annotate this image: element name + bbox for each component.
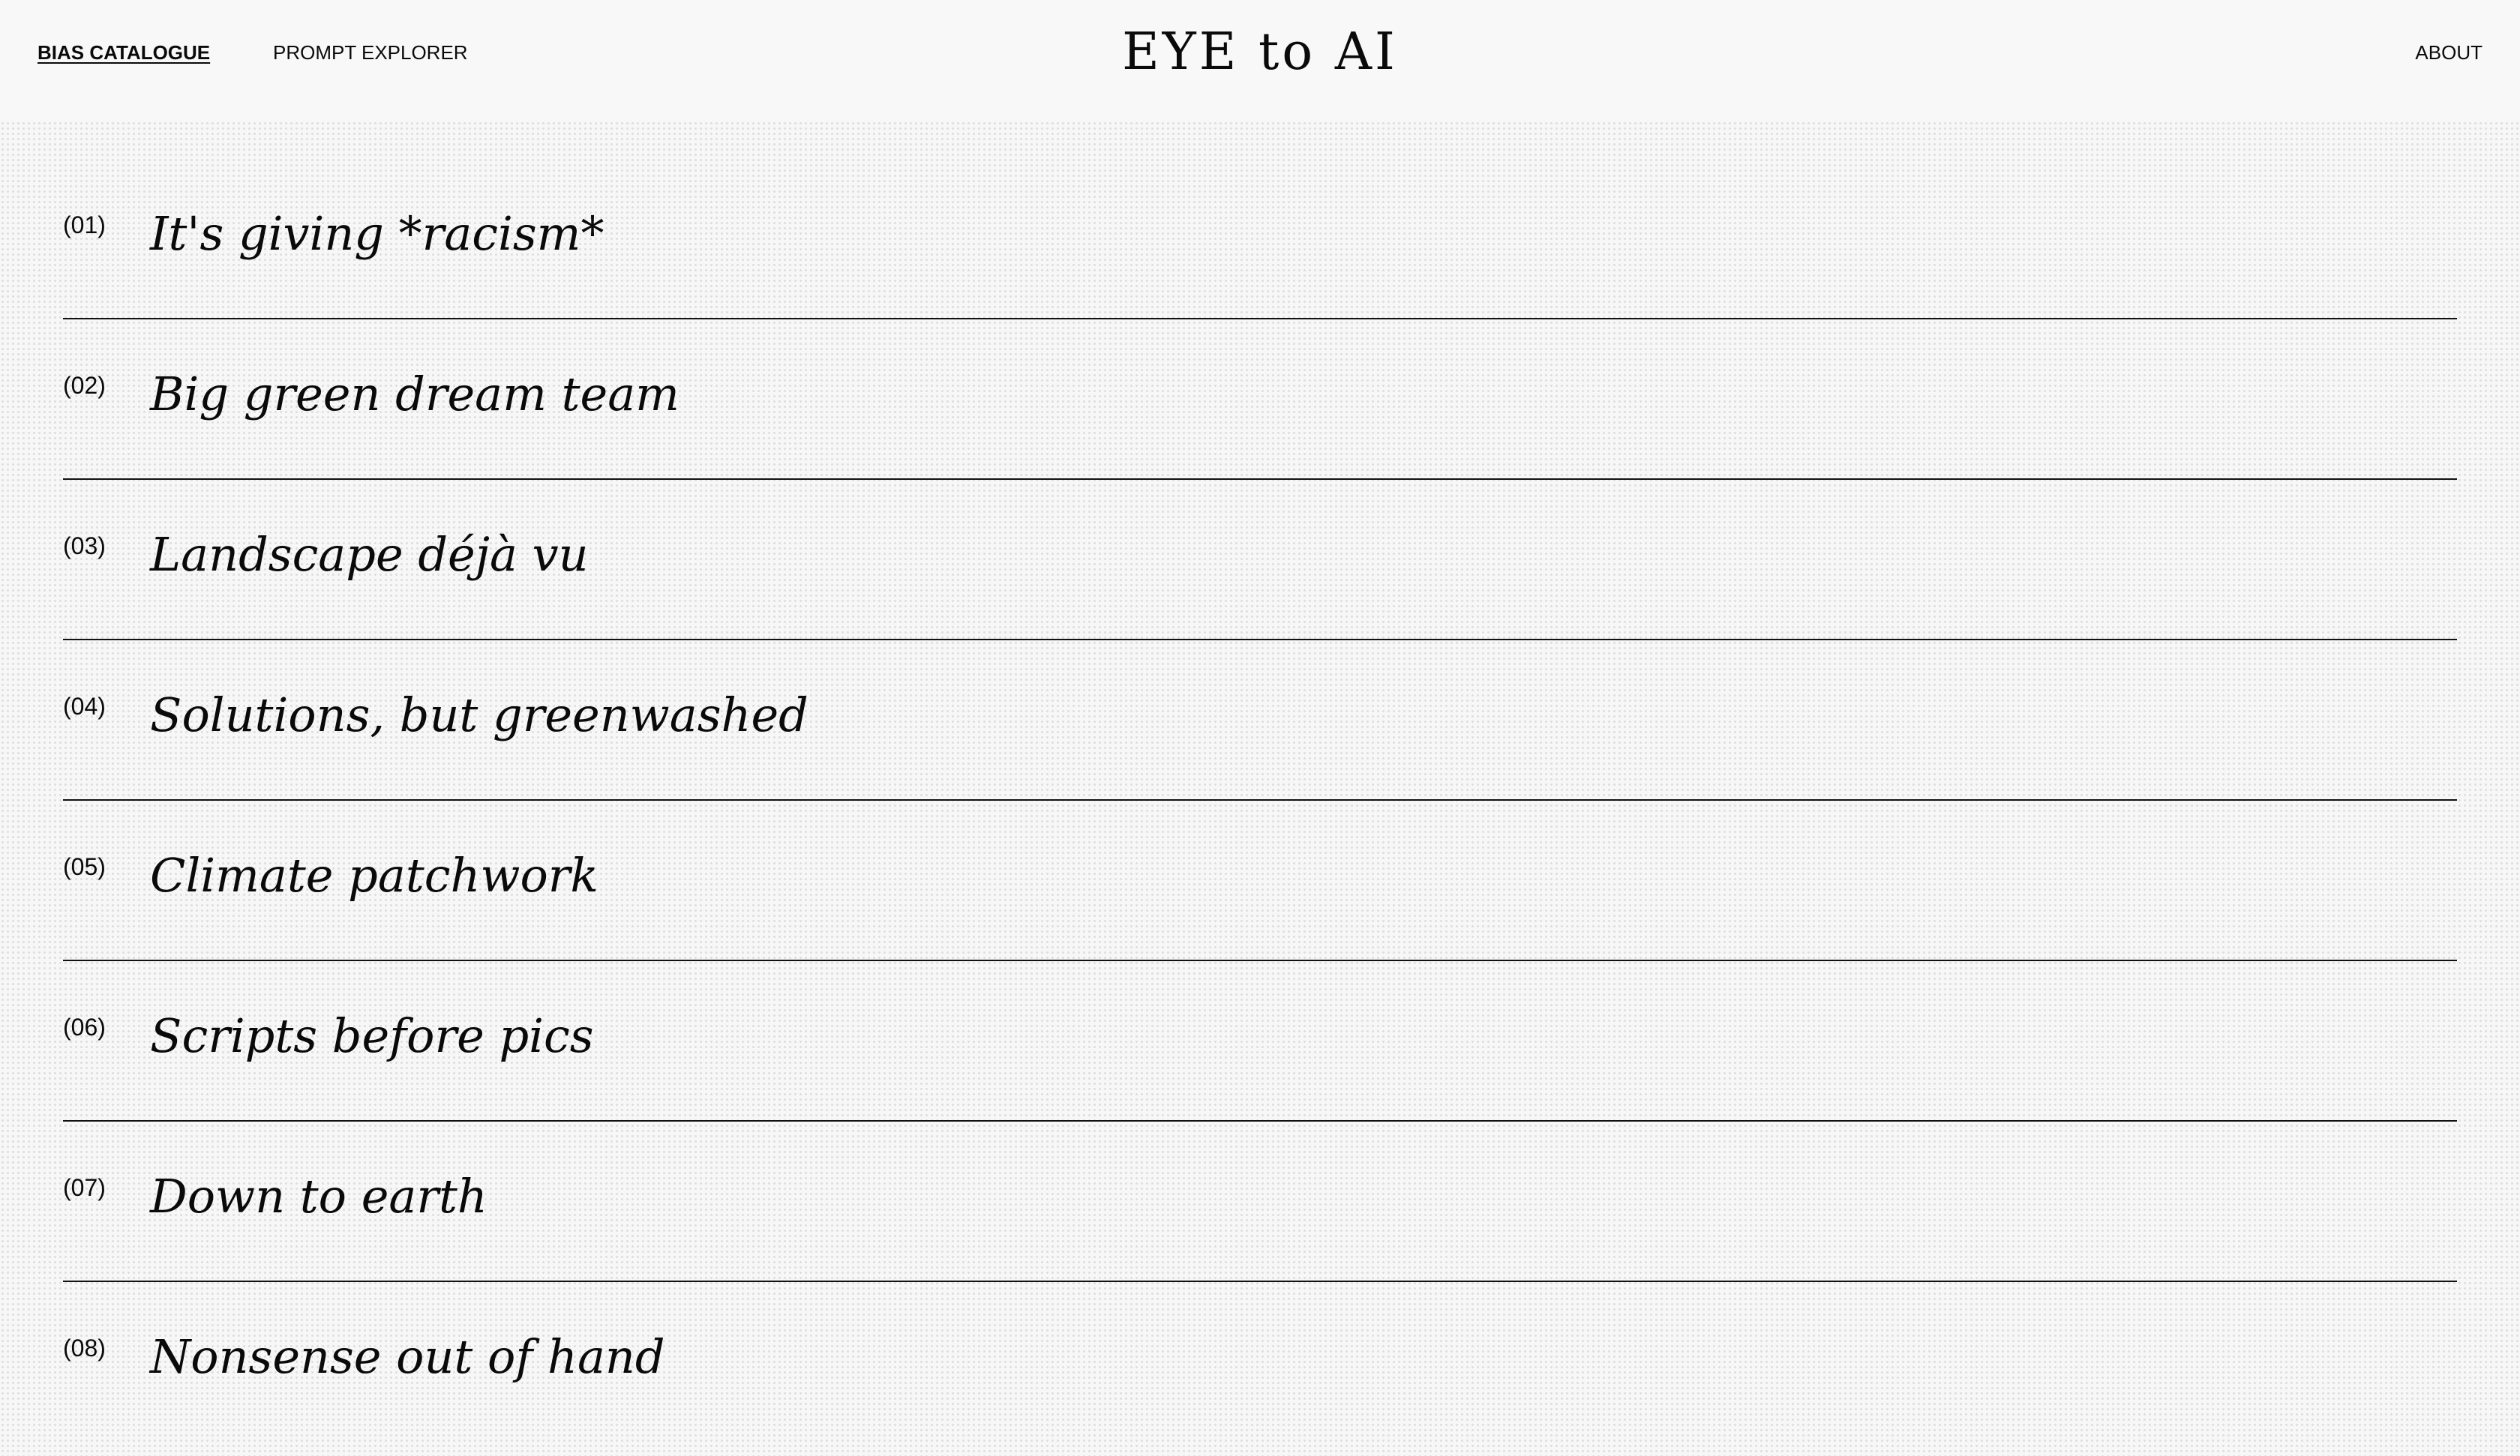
catalogue-item-number: (03) <box>63 532 106 559</box>
catalogue-item-number: (06) <box>63 1014 106 1041</box>
catalogue-item[interactable]: (01) It's giving *racism* <box>63 159 2457 319</box>
catalogue-item[interactable]: (07) Down to earth <box>63 1122 2457 1282</box>
catalogue-item-title[interactable]: Climate patchwork <box>150 847 598 904</box>
catalogue-item-title[interactable]: Solutions, but greenwashed <box>150 687 808 744</box>
catalogue-item-number: (01) <box>63 211 106 238</box>
catalogue-item[interactable]: (06) Scripts before pics <box>63 961 2457 1122</box>
catalogue-item[interactable]: (08) Nonsense out of hand <box>63 1282 2457 1443</box>
bias-catalogue-list: (01) It's giving *racism* (02) Big green… <box>63 159 2457 1443</box>
catalogue-item-title[interactable]: Scripts before pics <box>150 1008 594 1065</box>
catalogue-item-number: (05) <box>63 853 106 880</box>
catalogue-item[interactable]: (04) Solutions, but greenwashed <box>63 640 2457 801</box>
catalogue-item[interactable]: (02) Big green dream team <box>63 319 2457 480</box>
catalogue-item[interactable]: (03) Landscape déjà vu <box>63 480 2457 640</box>
catalogue-item-title[interactable]: Landscape déjà vu <box>150 526 589 583</box>
catalogue-item-number: (04) <box>63 693 106 720</box>
catalogue-item-title[interactable]: Nonsense out of hand <box>150 1329 665 1386</box>
catalogue-item[interactable]: (05) Climate patchwork <box>63 801 2457 961</box>
site-logo[interactable]: EYE to AI <box>0 22 2520 82</box>
catalogue-item-title[interactable]: Down to earth <box>150 1168 488 1225</box>
catalogue-item-title[interactable]: It's giving *racism* <box>150 205 604 262</box>
site-header: BIAS CATALOGUE PROMPT EXPLORER EYE to AI… <box>0 0 2520 120</box>
catalogue-item-title[interactable]: Big green dream team <box>150 366 680 423</box>
catalogue-item-number: (08) <box>63 1335 106 1362</box>
catalogue-item-number: (07) <box>63 1174 106 1201</box>
nav-about-link[interactable]: ABOUT <box>2415 40 2482 64</box>
catalogue-item-number: (02) <box>63 372 106 399</box>
